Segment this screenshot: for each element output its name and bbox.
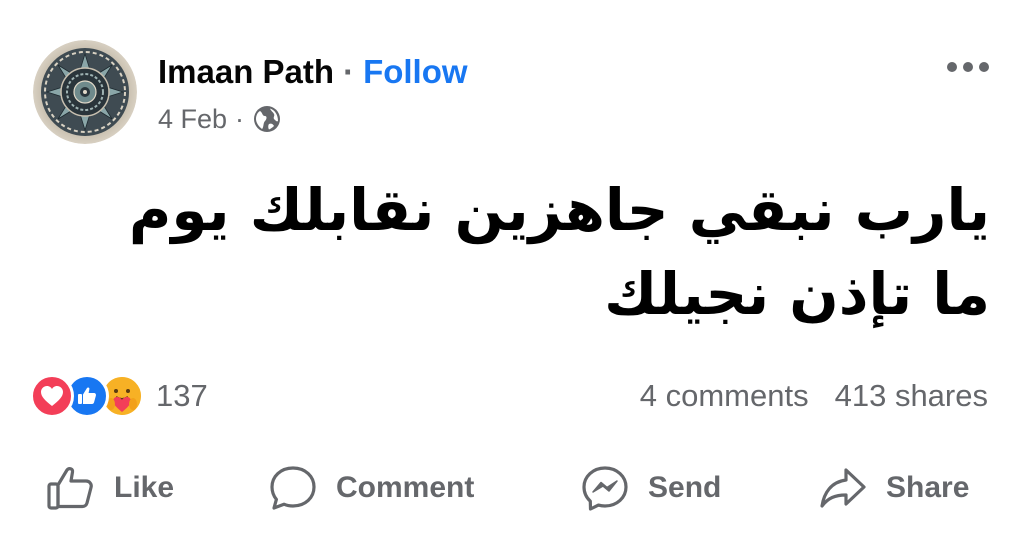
send-button[interactable]: Send <box>580 458 721 518</box>
love-reaction-icon <box>30 374 74 418</box>
like-label: Like <box>114 471 175 504</box>
more-options-icon <box>947 62 989 72</box>
comment-button[interactable]: Comment <box>268 458 474 518</box>
mandala-avatar-image <box>33 40 137 144</box>
post-meta: 4 Feb · <box>158 100 282 138</box>
comment-bubble-icon <box>270 466 316 510</box>
share-button[interactable]: Share <box>818 458 969 518</box>
engagement-stats: 4 comments 413 shares <box>640 374 988 418</box>
reaction-count: 137 <box>156 378 208 413</box>
messenger-icon <box>582 466 628 511</box>
thumbs-up-icon <box>47 467 93 510</box>
globe-icon[interactable] <box>252 104 282 134</box>
comments-count-link[interactable]: 4 comments <box>640 378 809 414</box>
shares-count-link[interactable]: 413 shares <box>835 378 988 414</box>
comment-label: Comment <box>336 471 475 504</box>
author-avatar[interactable] <box>33 40 137 144</box>
more-options-button[interactable] <box>942 52 994 82</box>
reactions-summary[interactable]: 137 <box>30 372 208 420</box>
meta-separator: · <box>235 103 245 134</box>
follow-button[interactable]: Follow <box>363 53 467 91</box>
header-separator: · <box>343 53 355 90</box>
post-header: Imaan Path · Follow <box>158 50 468 94</box>
post-text: يارب نبقي جاهزين نقابلك يوم ما تإذن نجيل… <box>128 176 990 328</box>
share-arrow-icon <box>820 468 866 508</box>
share-label: Share <box>886 471 970 504</box>
post-date[interactable]: 4 Feb <box>158 104 227 135</box>
send-label: Send <box>648 471 722 504</box>
like-button[interactable]: Like <box>46 458 174 518</box>
author-name[interactable]: Imaan Path <box>158 53 334 91</box>
action-bar: Like Comment Send Share <box>0 458 1024 518</box>
